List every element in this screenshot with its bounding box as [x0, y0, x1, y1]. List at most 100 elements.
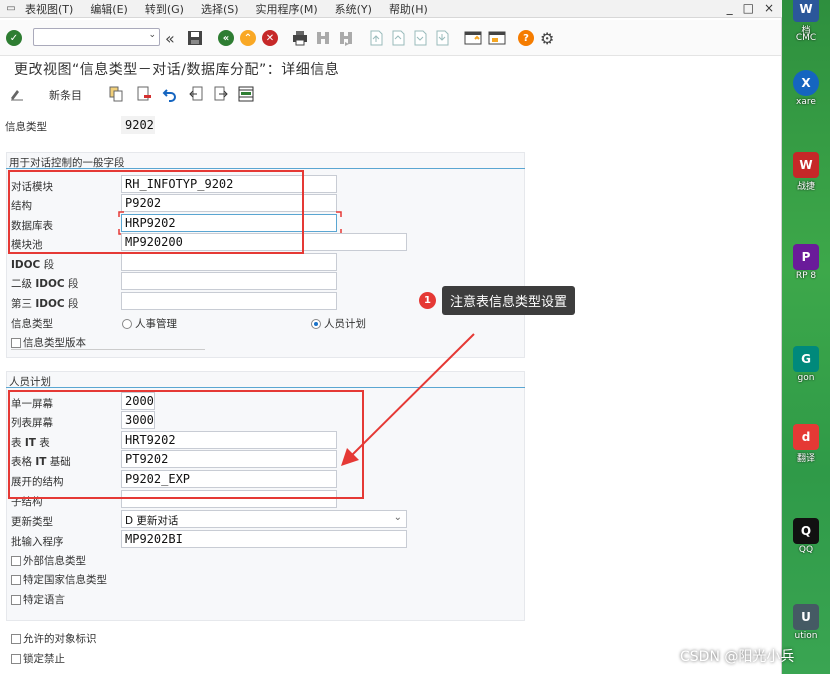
idoc-segment3-field[interactable] — [121, 292, 337, 310]
allowed-objects-label: 允许的对象标识 — [23, 633, 97, 645]
menu-help[interactable]: 帮助(H) — [389, 1, 428, 17]
menu-goto[interactable]: 转到(G) — [145, 1, 184, 17]
lock-label: 锁定禁止 — [23, 653, 65, 665]
new-entries-button[interactable]: 新条目 — [49, 87, 82, 103]
menu-utilities[interactable]: 实用程序(M) — [256, 1, 318, 17]
update-type-select[interactable]: D 更新对话 ⌄ — [121, 510, 407, 528]
desktop-icon[interactable]: CMC — [784, 32, 828, 43]
menu-edit[interactable]: 编辑(E) — [90, 1, 128, 17]
infotype-field: 9202 — [121, 116, 155, 134]
idoc-segment-label: IDOC 段 — [11, 259, 55, 271]
menu-bar: ▭ 表视图(T) 编辑(E) 转到(G) 选择(S) 实用程序(M) 系统(Y)… — [0, 0, 782, 18]
close-button[interactable]: × — [764, 1, 774, 15]
checkbox-box — [11, 594, 21, 605]
standard-toolbar: ✓ ⌄ « « ⌃ ✕ ? ⚙ — [0, 20, 782, 56]
desktop-icon[interactable]: Ggon — [784, 346, 828, 383]
highlight-box-general — [8, 170, 304, 254]
country-infotype-label: 特定国家信息类型 — [23, 574, 107, 586]
checkbox-box — [11, 574, 21, 585]
minimize-button[interactable]: _ — [727, 1, 733, 15]
infotype-version-checkbox[interactable]: 信息类型版本 — [11, 335, 86, 350]
prev-page-icon[interactable] — [390, 30, 406, 46]
next-page-icon[interactable] — [412, 30, 428, 46]
desktop-icon[interactable]: Xxare — [784, 70, 828, 107]
cancel-icon[interactable]: ✕ — [262, 30, 278, 46]
settings-icon[interactable]: ⚙ — [540, 29, 554, 48]
desktop-icon[interactable]: W档 — [784, 0, 828, 36]
previous-entry-icon[interactable] — [188, 86, 204, 102]
annotation-arrow — [341, 333, 475, 466]
infotype-label: 信息类型 — [5, 121, 47, 133]
highlight-box-personnel — [8, 390, 364, 499]
command-field[interactable]: ⌄ — [33, 28, 160, 46]
desktop-icon[interactable]: P RP 8 — [784, 244, 828, 281]
copy-icon[interactable] — [108, 86, 124, 102]
annotation-text: 注意表信息类型设置 — [442, 286, 576, 315]
checkbox-box — [11, 555, 21, 566]
next-entry-icon[interactable] — [213, 86, 229, 102]
idoc-segment2-field[interactable] — [121, 272, 337, 290]
shortcut-icon[interactable] — [488, 30, 506, 46]
watermark: CSDN @阳光小兵 — [680, 649, 795, 665]
menu-select[interactable]: 选择(S) — [201, 1, 239, 17]
chevron-down-icon: ⌄ — [393, 512, 402, 523]
app-icon: X — [793, 70, 819, 96]
delete-icon[interactable] — [136, 86, 152, 102]
desktop-icon[interactable]: W 战捷 — [784, 152, 828, 192]
wps-icon: W — [793, 152, 819, 178]
find-next-icon[interactable] — [338, 30, 354, 46]
desktop-icon[interactable]: Q QQ — [784, 518, 828, 555]
desktop-icon-label: gon — [797, 373, 815, 383]
batch-input-field[interactable]: MP9202BI — [121, 530, 407, 548]
radio-personnel-planning[interactable]: 人员计划 — [311, 316, 366, 331]
desktop-icon-label: 战捷 — [796, 182, 815, 192]
check-icon[interactable]: ✓ — [6, 30, 22, 46]
allowed-objects-checkbox[interactable]: 允许的对象标识 — [11, 631, 97, 646]
first-page-icon[interactable] — [368, 30, 384, 46]
infotype-kind-label: 信息类型 — [11, 318, 53, 330]
group-divider — [6, 168, 525, 169]
save-icon[interactable] — [187, 30, 203, 46]
menu-table-view[interactable]: 表视图(T) — [25, 1, 73, 17]
help-icon[interactable]: ? — [518, 30, 534, 46]
exit-icon[interactable]: ⌃ — [240, 30, 256, 46]
find-icon[interactable] — [315, 30, 331, 46]
infotype-version-label: 信息类型版本 — [23, 337, 86, 349]
checkbox-box — [11, 653, 21, 664]
desktop-icon[interactable]: Uution — [784, 604, 828, 641]
word-icon: W — [793, 0, 819, 22]
idoc-segment-field[interactable] — [121, 253, 337, 271]
select-all-icon[interactable] — [238, 86, 254, 102]
desktop-background: W档 CMC Xxare W 战捷 P RP 8 Ggon d 翻译 Q QQ Uuti… — [782, 0, 830, 674]
desktop-icon-label: CMC — [795, 33, 817, 43]
application-toolbar: 新条目 — [0, 82, 782, 108]
app-icon: U — [793, 604, 819, 630]
qq-icon: Q — [793, 518, 819, 544]
desktop-icon-label: xare — [796, 97, 816, 107]
radio-dot — [122, 318, 132, 329]
last-page-icon[interactable] — [434, 30, 450, 46]
lock-checkbox[interactable]: 锁定禁止 — [11, 651, 65, 666]
update-type-value: D 更新对话 — [125, 515, 179, 527]
idoc-segment2-label: 二级 IDOC 段 — [11, 278, 79, 290]
country-infotype-checkbox[interactable]: 特定国家信息类型 — [11, 572, 107, 587]
maximize-button[interactable]: □ — [743, 1, 754, 15]
undo-icon[interactable] — [162, 86, 178, 102]
language-checkbox[interactable]: 特定语言 — [11, 592, 65, 607]
new-session-icon[interactable] — [464, 30, 482, 46]
radio-personnel-admin[interactable]: 人事管理 — [122, 316, 177, 331]
display-change-icon[interactable] — [9, 86, 25, 102]
radio-dot-selected — [311, 318, 321, 329]
app-icon: G — [793, 346, 819, 372]
back-icon[interactable]: « — [218, 30, 234, 46]
external-infotype-checkbox[interactable]: 外部信息类型 — [11, 553, 86, 568]
chevron-down-icon: ⌄ — [148, 30, 156, 40]
sap-menu-icon[interactable]: ▭ — [3, 3, 19, 15]
back-double-icon[interactable]: « — [165, 29, 175, 48]
desktop-icon[interactable]: d 翻译 — [784, 424, 828, 464]
desktop-icon-label: RP 8 — [795, 271, 817, 281]
batch-input-label: 批输入程序 — [11, 536, 64, 548]
print-icon[interactable] — [292, 30, 308, 46]
menu-system[interactable]: 系统(Y) — [335, 1, 372, 17]
version-underline — [11, 349, 205, 350]
